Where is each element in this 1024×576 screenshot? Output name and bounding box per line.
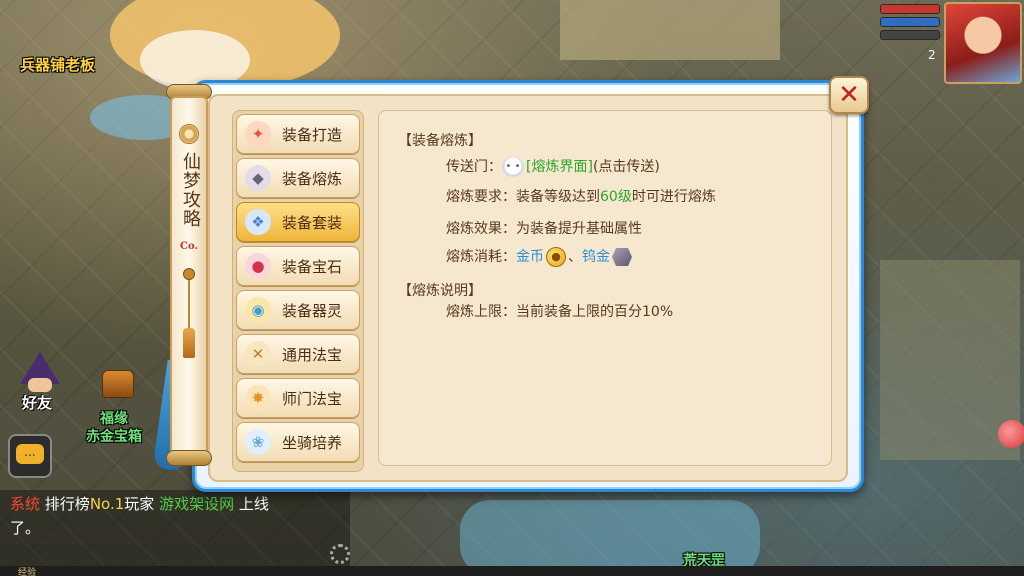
npc-name-fortune[interactable]: 福缘: [100, 408, 128, 428]
chat-player-name[interactable]: 游戏架设网: [159, 495, 234, 513]
rage-bar: [880, 30, 940, 40]
menu-item-label: 装备宝石: [281, 257, 342, 276]
forge-icon: ✦: [245, 121, 271, 147]
close-icon: ✕: [838, 80, 860, 110]
menu-item-equipment-spirit[interactable]: ◉ 装备器灵: [236, 290, 360, 330]
tassel-icon: [183, 268, 195, 358]
menu-item-label: 装备熔炼: [281, 169, 342, 188]
menu-item-sect-treasure[interactable]: ✸ 师门法宝: [236, 378, 360, 418]
world-decoration: [560, 0, 780, 60]
portal-label: 传送门：: [446, 159, 502, 175]
portal-row: 传送门： • • [熔炼界面](点击传送): [446, 156, 660, 177]
peach-icon[interactable]: [998, 420, 1024, 448]
chat-system-tag: 系统: [10, 495, 41, 513]
menu-item-label: 装备打造: [281, 125, 342, 144]
menu-item-label: 通用法宝: [281, 345, 342, 364]
cost-separator: 、: [568, 249, 582, 265]
menu-item-equipment-gem[interactable]: ● 装备宝石: [236, 246, 360, 286]
close-button[interactable]: ✕: [829, 76, 869, 114]
limit-text: 当前装备上限的百分10%: [516, 304, 674, 320]
menu-item-label: 装备器灵: [281, 301, 342, 320]
player-level: 2: [928, 48, 936, 62]
menu-item-label: 坐骑培养: [281, 433, 342, 452]
tassel-end: [183, 328, 195, 358]
scroll-bottom-rod: [166, 450, 212, 466]
treasure-chest-icon[interactable]: [102, 370, 134, 398]
friends-label: 好友: [22, 394, 53, 412]
player-status-bars: [880, 4, 940, 43]
requirement-text: 装备等级达到: [516, 189, 600, 205]
requirement-label: 熔炼要求：: [446, 189, 516, 205]
experience-bar: [0, 566, 1024, 576]
scroll-title: 仙梦攻略: [180, 152, 201, 228]
section-title-smelt: 【装备熔炼】: [398, 133, 482, 149]
crossed-swords-icon: ✕: [245, 341, 271, 367]
effect-label: 熔炼效果：: [446, 221, 516, 237]
chat-text: 上线: [238, 495, 269, 513]
menu-item-general-treasure[interactable]: ✕ 通用法宝: [236, 334, 360, 374]
chat-rank: No.1: [89, 495, 125, 513]
friends-button[interactable]: 好友: [10, 352, 70, 412]
section-title-notes: 【熔炼说明】: [398, 283, 482, 299]
spirit-icon: ◉: [245, 297, 271, 323]
npc-name-weapon-shop[interactable]: 兵器铺老板: [20, 54, 95, 75]
mp-bar: [880, 17, 940, 27]
menu-item-label: 装备套装: [281, 213, 342, 232]
requirement-row: 熔炼要求：装备等级达到60级时可进行熔炼: [446, 186, 716, 206]
smelt-interface-link[interactable]: [熔炼界面]: [526, 159, 593, 175]
chat-button[interactable]: ...: [8, 434, 52, 478]
chat-text: 排行榜: [44, 495, 90, 513]
chat-text: 了。: [10, 519, 41, 537]
chat-text: 玩家: [124, 495, 155, 513]
player-avatar[interactable]: [944, 2, 1022, 84]
portal-hint: (点击传送): [592, 159, 660, 175]
mount-icon: ❀: [245, 429, 271, 455]
cost-tungsten-label: 钨金: [582, 249, 610, 265]
effect-text: 为装备提升基础属性: [516, 221, 642, 237]
npc-name-gold-chest[interactable]: 赤金宝箱: [86, 426, 142, 446]
menu-item-label: 师门法宝: [281, 389, 342, 408]
tassel-string: [188, 280, 190, 330]
friend-face-icon: [28, 378, 52, 392]
effect-row: 熔炼效果：为装备提升基础属性: [446, 218, 642, 238]
menu-item-equipment-set[interactable]: ❖ 装备套装: [236, 202, 360, 242]
menu-item-mount-training[interactable]: ❀ 坐骑培养: [236, 422, 360, 462]
scroll-seal: Co.: [180, 241, 198, 252]
tassel-knot: [183, 268, 195, 280]
requirement-text-end: 时可进行熔炼: [631, 189, 716, 205]
cost-row: 熔炼消耗：金币 ● 、钨金: [446, 246, 632, 267]
chat-bubble-icon: ...: [16, 444, 44, 464]
experience-label: 经验: [18, 568, 37, 576]
ore-icon: ◆: [245, 165, 271, 191]
pet-portal-icon: • •: [502, 157, 524, 177]
menu-item-equipment-forge[interactable]: ✦ 装备打造: [236, 114, 360, 154]
tungsten-ore-icon: [612, 248, 632, 266]
requirement-level: 60级: [600, 189, 632, 205]
cost-gold-label: 金币: [516, 249, 544, 265]
flame-icon: ✸: [245, 385, 271, 411]
settings-gear-icon[interactable]: [330, 544, 350, 564]
gold-coin-icon: ●: [546, 247, 566, 267]
cost-label: 熔炼消耗：: [446, 249, 516, 265]
guide-scroll-tab[interactable]: 仙梦攻略 Co.: [166, 78, 212, 478]
armor-set-icon: ❖: [245, 209, 271, 235]
limit-label: 熔炼上限：: [446, 304, 516, 320]
limit-row: 熔炼上限：当前装备上限的百分10%: [446, 301, 673, 321]
hp-bar: [880, 4, 940, 14]
menu-item-equipment-smelt[interactable]: ◆ 装备熔炼: [236, 158, 360, 198]
system-chat-message: 系统 排行榜No.1玩家 游戏架设网 上线 了。: [0, 490, 350, 576]
gem-icon: ●: [245, 253, 271, 279]
scroll-emblem-icon: [179, 124, 199, 144]
